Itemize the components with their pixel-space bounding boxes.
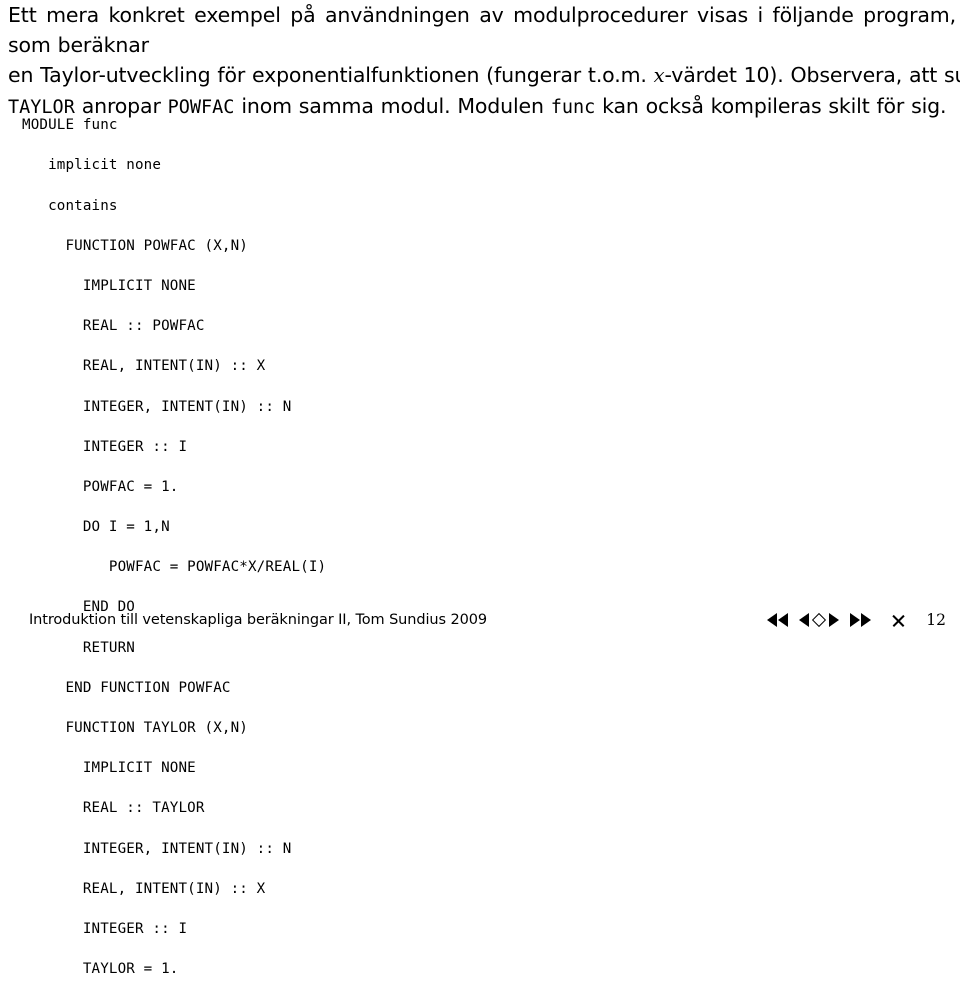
code-line: IMPLICIT NONE [22,760,196,777]
intro-paragraph: Ett mera konkret exempel på användningen… [8,0,960,123]
code-line: POWFAC = 1. [22,478,179,495]
code-line: FUNCTION TAYLOR (X,N) [22,720,248,736]
code-line: INTEGER :: I [22,920,188,937]
previous-slide-button[interactable] [799,610,809,630]
code-line: INTEGER, INTENT(IN) :: N [22,398,292,415]
right-arrow-icon [829,613,839,627]
page-number: 12 [926,611,946,629]
code-line: IMPLICIT NONE [22,277,196,294]
intro-line-1: Ett mera konkret exempel på användningen… [8,0,956,60]
intro-line-3-part3: kan också kompileras skilt för sig. [602,94,947,118]
footer-credit: Introduktion till vetenskapliga beräknin… [29,612,487,628]
math-variable-x: x [653,64,665,87]
footer-navigation: 12 [767,609,946,631]
double-right-arrow-icon [850,613,871,627]
home-slide-button[interactable] [811,610,827,630]
code-line: POWFAC = POWFAC*X/REAL(I) [22,559,327,576]
slide-footer: Introduktion till vetenskapliga beräknin… [0,606,960,640]
next-slide-button[interactable] [829,610,839,630]
left-arrow-icon [799,613,809,627]
code-line: TAYLOR = 1. [22,961,179,978]
close-icon [891,613,906,628]
code-line: FUNCTION POWFAC (X,N) [22,237,248,254]
code-line: INTEGER, INTENT(IN) :: N [22,840,292,857]
intro-line-2-part1: en Taylor-utveckling för exponentialfunk… [8,63,647,87]
first-slide-button[interactable] [767,610,788,630]
code-line: REAL :: POWFAC [22,318,205,335]
double-left-arrow-icon [767,613,788,627]
diamond-icon [811,612,827,628]
code-line: REAL, INTENT(IN) :: X [22,880,266,897]
code-line: contains [22,197,118,214]
code-line: END FUNCTION POWFAC [22,679,231,696]
code-line: DO I = 1,N [22,519,170,536]
code-line: INTEGER :: I [22,438,188,455]
intro-line-1-text: Ett mera konkret exempel på användningen… [8,3,956,57]
code-line: REAL :: TAYLOR [22,800,205,817]
code-line: RETURN [22,639,135,656]
fortran-code-listing: MODULE func implicit none contains FUNCT… [22,115,326,999]
intro-line-2: en Taylor-utveckling för exponentialfunk… [8,60,960,91]
close-presentation-button[interactable] [891,610,906,630]
last-slide-button[interactable] [850,610,871,630]
intro-line-2-part2: -värdet 10). Observera, att subrutinen [664,63,960,87]
code-line: MODULE func [22,117,118,134]
code-token-func: func [550,97,596,118]
code-line: REAL, INTENT(IN) :: X [22,358,266,375]
code-line: implicit none [22,157,162,174]
